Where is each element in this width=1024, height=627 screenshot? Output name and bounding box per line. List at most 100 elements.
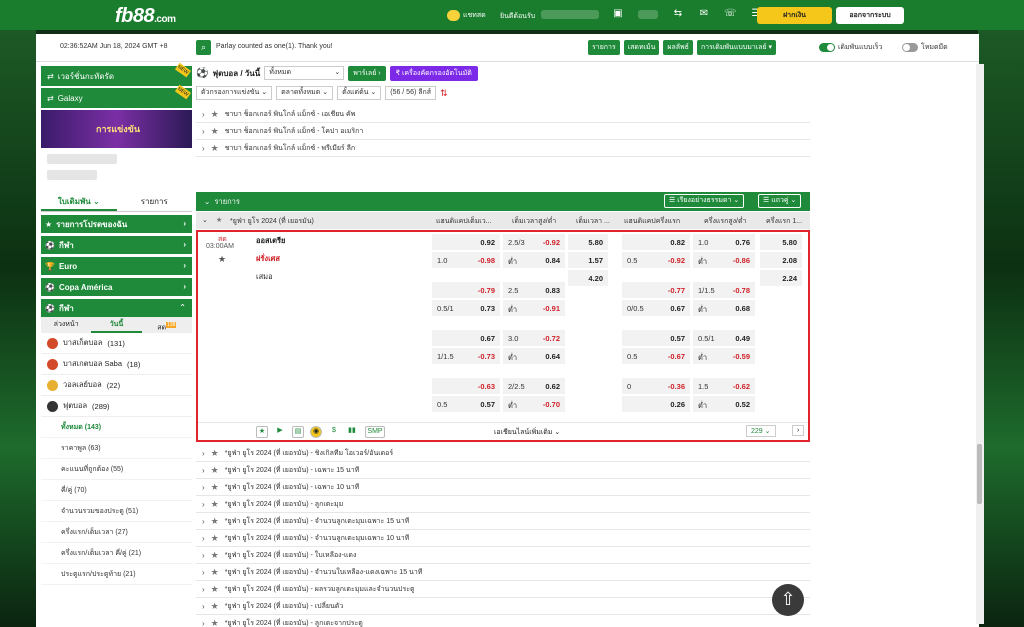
odds-cell-hdp[interactable]: 0.67 bbox=[432, 330, 500, 346]
sort-arrows-icon[interactable]: ⇅ bbox=[440, 88, 448, 99]
odds-cell-hou[interactable]: ต่ำ 0.68 bbox=[693, 300, 755, 316]
star-icon[interactable]: ★ bbox=[211, 448, 219, 459]
odds-cell-hdp[interactable]: 1/1.5 -0.73 bbox=[432, 348, 500, 364]
star-icon[interactable]: ★ bbox=[211, 550, 219, 561]
deposit-button[interactable]: ฝากเงิน bbox=[757, 7, 832, 24]
star-icon[interactable]: ★ bbox=[211, 618, 219, 627]
market-filter-select[interactable]: ตลาดทั้งหมด ⌄ bbox=[276, 86, 334, 100]
league-row[interactable]: › ★ ชาบา ช็อกเกอร์ พินโกล์ แม็กซ์ - โคปา อ… bbox=[196, 123, 810, 140]
odds-cell-1x2[interactable]: 4.20 bbox=[568, 270, 608, 286]
star-icon[interactable]: ★ bbox=[211, 584, 219, 595]
odds-cell-1x2[interactable]: 5.80 bbox=[568, 234, 608, 250]
site-logo[interactable]: fb88.com bbox=[115, 5, 176, 28]
odds-cell-hdp[interactable]: 0.92 bbox=[432, 234, 500, 250]
sort-time-select[interactable]: ตั้งแต่ต้น ⌄ bbox=[337, 86, 382, 100]
sort-order-select[interactable]: ☰ เรียงอย่างธรรมดา ⌄ bbox=[664, 194, 745, 208]
chevron-down-icon[interactable]: ⌄ bbox=[204, 197, 210, 206]
odds-cell-hdp[interactable]: -0.63 bbox=[432, 378, 500, 394]
league-row[interactable]: › ★ *ยูฟ่า ยูโร 2024 (ที่ เยอรมัน) - ผลรวม… bbox=[196, 581, 810, 598]
match-filter-select[interactable]: ตัวกรองการแข่งขัน ⌄ bbox=[196, 86, 273, 100]
league-count[interactable]: (56 / 56) ลีกส์ bbox=[385, 86, 437, 100]
odds-cell-ht-1x2[interactable]: 5.80 bbox=[760, 234, 802, 250]
toggle-switch-on[interactable] bbox=[819, 43, 835, 52]
odds-cell-hdp[interactable]: -0.79 bbox=[432, 282, 500, 298]
odds-cell-ou[interactable]: ต่ำ -0.70 bbox=[503, 396, 565, 412]
football-sub-correct-score[interactable]: คะแนนที่ถูกต้อง (55) bbox=[41, 459, 192, 480]
quick-bet-toggle[interactable]: เดิมพันแบบเร็ว bbox=[819, 42, 882, 53]
sidebar-section-copa[interactable]: ⚽ Copa América › bbox=[41, 278, 192, 296]
odds-cell-hdp[interactable]: 0.5 0.57 bbox=[432, 396, 500, 412]
odds-cell-ou[interactable]: ต่ำ -0.91 bbox=[503, 300, 565, 316]
odds-cell-hhdp[interactable]: 0.57 bbox=[622, 330, 690, 346]
odds-cell-hhdp[interactable]: 0.5 -0.92 bbox=[622, 252, 690, 268]
dark-mode-toggle[interactable]: โหมดมืด bbox=[902, 42, 948, 53]
odds-cell-hhdp[interactable]: -0.77 bbox=[622, 282, 690, 298]
sport-basketball[interactable]: บาสเก็ตบอล (131) bbox=[41, 333, 192, 354]
football-sub-odd-even[interactable]: คี่/คู่ (70) bbox=[41, 480, 192, 501]
smp-button[interactable]: SMP bbox=[365, 426, 385, 438]
star-icon[interactable]: ★ bbox=[211, 601, 219, 612]
sidebar-section-sports-expanded[interactable]: ⚽ กีฬา ⌃ bbox=[41, 299, 192, 317]
sport-football[interactable]: ฟุตบอล (289) bbox=[41, 396, 192, 417]
league-row[interactable]: › ★ *ยูฟ่า ยูโร 2024 (ที่ เยอรมัน) - จำนวน… bbox=[196, 513, 810, 530]
tab-betslip[interactable]: ใบเดิมพัน ⌄ bbox=[41, 192, 117, 211]
dollar-icon[interactable]: $ bbox=[328, 426, 340, 438]
football-sub-ht-ft[interactable]: ครึ่งแรก/เต็มเวลา (27) bbox=[41, 522, 192, 543]
odds-cell-hhdp[interactable]: 0.5 -0.67 bbox=[622, 348, 690, 364]
star-icon[interactable]: ★ bbox=[211, 533, 219, 544]
league-row[interactable]: › ★ ชาบา ช็อกเกอร์ พินโกล์ แม็กซ์ - เอเชีย… bbox=[196, 106, 810, 123]
league-row[interactable]: › ★ *ยูฟ่า ยูโร 2024 (ที่ เยอรมัน) - ใบเหล… bbox=[196, 547, 810, 564]
odds-cell-ou[interactable]: 2/2.5 0.62 bbox=[503, 378, 565, 394]
odds-cell-hou[interactable]: 1.5 -0.62 bbox=[693, 378, 755, 394]
odds-cell-hou[interactable]: 0.5/1 0.49 bbox=[693, 330, 755, 346]
football-sub-total-goals[interactable]: จำนวนรวมของประตู (51) bbox=[41, 501, 192, 522]
star-icon[interactable]: ★ bbox=[218, 254, 226, 265]
toggle-switch-off[interactable] bbox=[902, 43, 918, 52]
odds-cell-hou[interactable]: 1/1.5 -0.78 bbox=[693, 282, 755, 298]
tab-list[interactable]: รายการ bbox=[117, 192, 193, 211]
wallet-icon[interactable]: ▣ bbox=[612, 8, 624, 20]
stats-icon[interactable]: ▮▮ bbox=[346, 426, 358, 438]
coin-icon[interactable]: ◉ bbox=[310, 426, 322, 438]
odds-cell-ht-1x2[interactable]: 2.08 bbox=[760, 252, 802, 268]
logout-button[interactable]: ออกจากระบบ bbox=[836, 7, 904, 24]
competition-select[interactable]: ทั้งหมด ⌄ bbox=[264, 66, 345, 80]
247-icon[interactable]: ☏ bbox=[724, 8, 737, 20]
odds-cell-hou[interactable]: 1.0 0.76 bbox=[693, 234, 755, 250]
nav-statement-button[interactable]: เสดทเม้น bbox=[623, 40, 660, 55]
auto-filter-button[interactable]: ₹ เครื่องคัดกรองอัตโนมัติ bbox=[389, 65, 478, 81]
odds-cell-1x2[interactable]: 1.57 bbox=[568, 252, 608, 268]
odds-cell-hdp[interactable]: 0.5/1 0.73 bbox=[432, 300, 500, 316]
odds-cell-hhdp[interactable]: 0.82 bbox=[622, 234, 690, 250]
league-row[interactable]: › ★ *ยูฟ่า ยูโร 2024 (ที่ เยอรมัน) - เปลี่… bbox=[196, 598, 810, 615]
odds-cell-hhdp[interactable]: 0.26 bbox=[622, 396, 690, 412]
sidebar-section-favorites[interactable]: ★ รายการโปรดของฉัน › bbox=[41, 215, 192, 233]
odds-cell-hhdp[interactable]: 0/0.5 0.67 bbox=[622, 300, 690, 316]
search-icon[interactable]: ⌕ bbox=[196, 40, 211, 55]
scrollbar[interactable] bbox=[976, 64, 984, 624]
subtab-today[interactable]: วันนี้ bbox=[91, 317, 142, 333]
league-row[interactable]: › ★ *ยูฟ่า ยูโร 2024 (ที่ เยอรมัน) - ชิงเก… bbox=[196, 445, 810, 462]
view-select[interactable]: ☰ แถวคู่ ⌄ bbox=[758, 194, 802, 208]
odds-cell-hhdp[interactable]: 0 -0.36 bbox=[622, 378, 690, 394]
odds-cell-ou[interactable]: 2.5 0.83 bbox=[503, 282, 565, 298]
more-markets-count[interactable]: 229 ⌄ bbox=[746, 425, 776, 437]
football-sub-all[interactable]: ทั้งหมด (143) bbox=[41, 417, 192, 438]
favorite-star-icon[interactable]: ★ bbox=[256, 426, 268, 438]
football-sub-ht-ft-odd-even[interactable]: ครึ่งแรก/เต็มเวลา คี่/คู่ (21) bbox=[41, 543, 192, 564]
subtab-live[interactable]: สด138 bbox=[142, 317, 192, 333]
subtab-early[interactable]: ล่วงหน้า bbox=[41, 317, 91, 333]
sidebar-section-sports[interactable]: ⚽ กีฬา › bbox=[41, 236, 192, 254]
live-chat[interactable]: แชทสด bbox=[447, 10, 486, 21]
star-icon[interactable]: ★ bbox=[211, 482, 219, 493]
odds-cell-ou[interactable]: ต่ำ 0.64 bbox=[503, 348, 565, 364]
galaxy-button[interactable]: ⇄ Galaxy NEW bbox=[41, 84, 192, 108]
odds-cell-hou[interactable]: ต่ำ 0.52 bbox=[693, 396, 755, 412]
league-row[interactable]: › ★ *ยูฟ่า ยูโร 2024 (ที่ เยอรมัน) - เฉพาะ… bbox=[196, 462, 810, 479]
odds-cell-hou[interactable]: ต่ำ -0.86 bbox=[693, 252, 755, 268]
odds-cell-ou[interactable]: ต่ำ 0.84 bbox=[503, 252, 565, 268]
compact-version-button[interactable]: ⇄ เวอร์ชั่นกะทัดรัด NEW bbox=[41, 62, 192, 86]
league-row[interactable]: › ★ *ยูฟ่า ยูโร 2024 (ที่ เยอรมัน) - เฉพาะ… bbox=[196, 479, 810, 496]
odds-cell-ou[interactable]: 2.5/3 -0.92 bbox=[503, 234, 565, 250]
football-sub-outright[interactable]: ราคาพูล (63) bbox=[41, 438, 192, 459]
